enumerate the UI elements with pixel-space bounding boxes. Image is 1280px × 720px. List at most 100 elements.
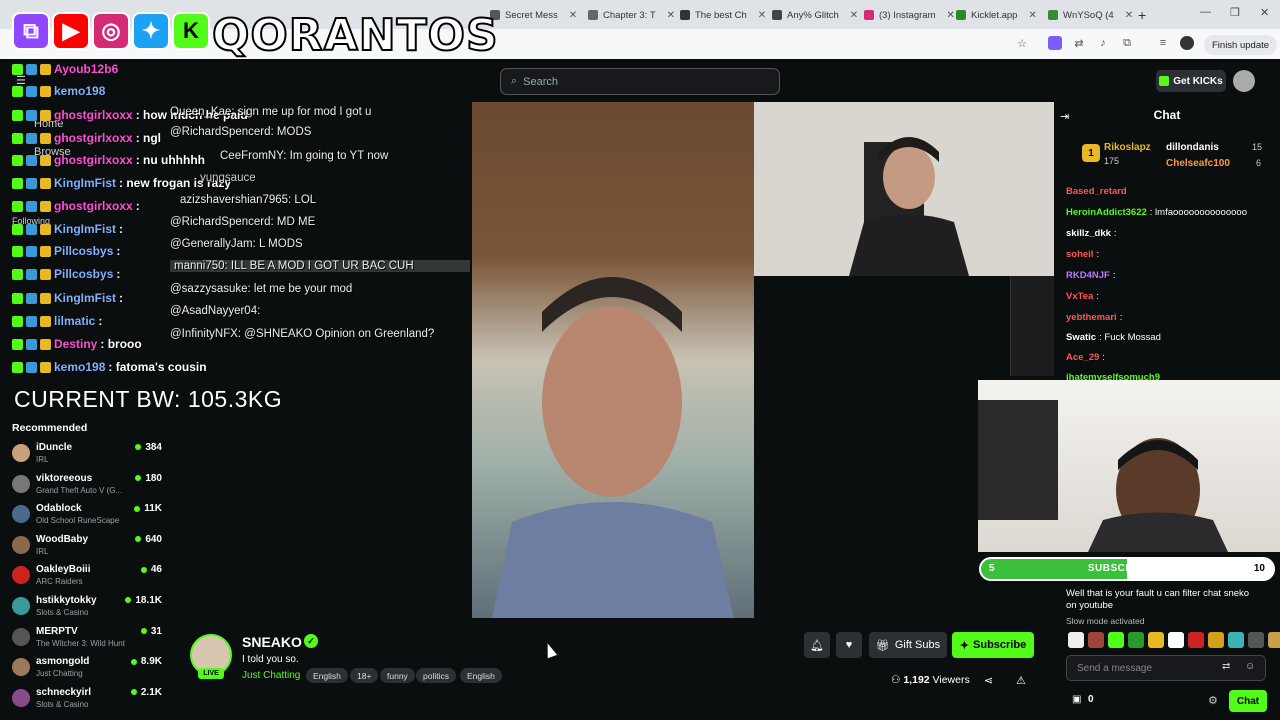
channel-viewers: 384 bbox=[135, 442, 162, 453]
leader-count: 175 bbox=[1104, 156, 1120, 166]
maximize-icon[interactable]: ❐ bbox=[1230, 6, 1240, 19]
notification-bell-button[interactable]: 🔔︎ bbox=[804, 632, 830, 658]
sidebar-channel[interactable]: hstikkytokky Slots & Casino 18.1K bbox=[12, 593, 162, 621]
follow-heart-button[interactable]: ♥ bbox=[836, 632, 862, 658]
profile-avatar[interactable] bbox=[1180, 36, 1194, 50]
emoji-icon[interactable]: ☺ bbox=[1245, 661, 1255, 672]
settings-gear-icon[interactable]: ⚙ bbox=[1208, 694, 1218, 707]
chat-username[interactable]: Based_retard bbox=[1066, 186, 1127, 197]
stream-tag[interactable]: funny bbox=[380, 668, 415, 683]
emote-icon[interactable] bbox=[1088, 632, 1104, 648]
close-tab-icon[interactable]: ✕ bbox=[569, 10, 577, 21]
chat-text: : lmfaoooooooooooooo bbox=[1149, 207, 1247, 218]
sidebar-channel[interactable]: schneckyirl Slots & Casino 2.1K bbox=[12, 685, 162, 713]
overlay-chat-line: KingImFist: bbox=[12, 291, 123, 305]
translate-icon[interactable]: ⇄ bbox=[1222, 661, 1230, 672]
chat-username[interactable]: soheil bbox=[1066, 249, 1093, 260]
browser-tab[interactable]: WnYSoQ (4 ✕ bbox=[1048, 4, 1133, 26]
emote-icon[interactable] bbox=[1248, 632, 1264, 648]
stream-tag[interactable]: English bbox=[460, 668, 502, 683]
emote-icon[interactable] bbox=[1128, 632, 1144, 648]
emote-icon[interactable] bbox=[1188, 632, 1204, 648]
send-chat-button[interactable]: Chat bbox=[1229, 690, 1267, 712]
chat-username[interactable]: VxTea bbox=[1066, 291, 1093, 302]
live-badge: LIVE bbox=[198, 668, 224, 679]
chat-username[interactable]: yebthemari bbox=[1066, 312, 1117, 323]
browser-tab[interactable]: Any% Glitch ✕ bbox=[772, 4, 858, 26]
close-tab-icon[interactable]: ✕ bbox=[1125, 10, 1133, 21]
sidebar-toggle-icon[interactable]: ≡ bbox=[1156, 36, 1170, 50]
browser-tab[interactable]: Kicklet.app ✕ bbox=[956, 4, 1037, 26]
chat-username[interactable]: skillz_dkk bbox=[1066, 228, 1111, 239]
close-tab-icon[interactable]: ✕ bbox=[947, 10, 955, 21]
emote-icon[interactable] bbox=[1148, 632, 1164, 648]
channel-avatar bbox=[12, 566, 30, 585]
chat-input[interactable]: Send a message bbox=[1066, 655, 1266, 681]
browser-tab[interactable]: Chapter 3: T ✕ bbox=[588, 4, 675, 26]
chat-username[interactable]: HeroinAddict3622 bbox=[1066, 207, 1147, 218]
get-kicks-button[interactable]: Get KICKs bbox=[1156, 70, 1226, 92]
gift-subs-button[interactable]: 🎁︎ Gift Subs bbox=[869, 632, 947, 658]
translate-icon[interactable]: ⇄ bbox=[1072, 36, 1086, 50]
chat-username[interactable]: Swatic bbox=[1066, 332, 1096, 343]
overlay-chat-line: lilmatic: bbox=[12, 314, 102, 328]
overlay-chat-user: lilmatic bbox=[54, 314, 96, 328]
brand-logo: QORANTOS bbox=[211, 9, 499, 62]
sidebar-channel[interactable]: viktoreeous Grand Theft Auto V (G... 180 bbox=[12, 471, 162, 499]
video-chat-overlay: Queen_Kae: sign me up for mod I got u @R… bbox=[170, 102, 472, 352]
audio-icon[interactable]: ♪ bbox=[1096, 36, 1110, 50]
streamer-name[interactable]: SNEAKO bbox=[242, 634, 302, 650]
emote-icon[interactable] bbox=[1228, 632, 1244, 648]
finish-update-button[interactable]: Finish update bbox=[1204, 35, 1278, 55]
channel-viewers: 640 bbox=[135, 534, 162, 545]
video-host-camera[interactable] bbox=[754, 102, 1054, 276]
bookmark-star-icon[interactable]: ☆ bbox=[1015, 36, 1029, 50]
subscribe-button[interactable]: ✦ Subscribe bbox=[952, 632, 1034, 658]
chat-username[interactable]: RKD4NJF bbox=[1066, 270, 1110, 281]
extensions-puzzle-icon[interactable]: ⧉ bbox=[1120, 36, 1134, 50]
bell-icon: 🔔︎ bbox=[810, 639, 824, 652]
emote-icon[interactable] bbox=[1108, 632, 1124, 648]
emote-icon[interactable] bbox=[1168, 632, 1184, 648]
kick-badge-icon bbox=[12, 200, 23, 212]
sidebar-channel[interactable]: Odablock Old School RuneScape 11K bbox=[12, 501, 162, 529]
guest-figure bbox=[492, 277, 734, 618]
search-input[interactable]: ⌕ Search bbox=[500, 68, 780, 95]
minimize-icon[interactable]: — bbox=[1200, 6, 1211, 18]
close-tab-icon[interactable]: ✕ bbox=[758, 10, 766, 21]
new-tab-button[interactable]: + bbox=[1138, 4, 1146, 26]
close-tab-icon[interactable]: ✕ bbox=[850, 10, 858, 21]
sidebar-channel[interactable]: MERPTV The Witcher 3: Wild Hunt 31 bbox=[12, 624, 162, 652]
close-tab-icon[interactable]: ✕ bbox=[667, 10, 675, 21]
chat-username[interactable]: Ace_29 bbox=[1066, 352, 1099, 363]
stream-category[interactable]: Just Chatting bbox=[242, 670, 300, 681]
video-chat-line: @InfinityNFX: @SHNEAKO Opinion on Greenl… bbox=[170, 328, 435, 340]
close-window-icon[interactable]: ✕ bbox=[1260, 6, 1269, 19]
sidebar-channel[interactable]: OakleyBoiii ARC Raiders 46 bbox=[12, 562, 162, 590]
browser-tab[interactable]: The best Ch ✕ bbox=[680, 4, 766, 26]
emote-icon[interactable] bbox=[1068, 632, 1084, 648]
kick-badge-icon bbox=[12, 154, 23, 166]
channel-category: Slots & Casino bbox=[36, 699, 89, 709]
browser-tab[interactable]: Secret Mess ✕ bbox=[490, 4, 577, 26]
browser-tab[interactable]: (3) Instagram ✕ bbox=[864, 4, 955, 26]
chat-text: : bbox=[1113, 228, 1117, 239]
overlay-chat-text: : bbox=[119, 291, 123, 305]
stream-tag[interactable]: politics bbox=[416, 668, 456, 683]
sidebar-channel[interactable]: iDuncle IRL 384 bbox=[12, 440, 162, 468]
channel-avatar bbox=[12, 627, 30, 646]
stream-tag[interactable]: 18+ bbox=[350, 668, 379, 683]
sidebar-channel[interactable]: asmongold Just Chatting 8.9K bbox=[12, 654, 162, 682]
video-main-guest[interactable] bbox=[472, 102, 754, 618]
stream-tag[interactable]: English bbox=[306, 668, 348, 683]
share-icon[interactable]: ⋖ bbox=[984, 674, 993, 687]
sub-badge-icon bbox=[26, 85, 37, 97]
sidebar-channel[interactable]: WoodBaby IRL 640 bbox=[12, 532, 162, 560]
tab-favicon-icon bbox=[588, 10, 598, 20]
user-avatar[interactable] bbox=[1233, 70, 1255, 92]
emote-icon[interactable] bbox=[1268, 632, 1280, 648]
extension-icon[interactable] bbox=[1048, 36, 1062, 50]
report-icon[interactable]: ⚠ bbox=[1016, 674, 1026, 687]
close-tab-icon[interactable]: ✕ bbox=[1028, 10, 1036, 21]
emote-icon[interactable] bbox=[1208, 632, 1224, 648]
